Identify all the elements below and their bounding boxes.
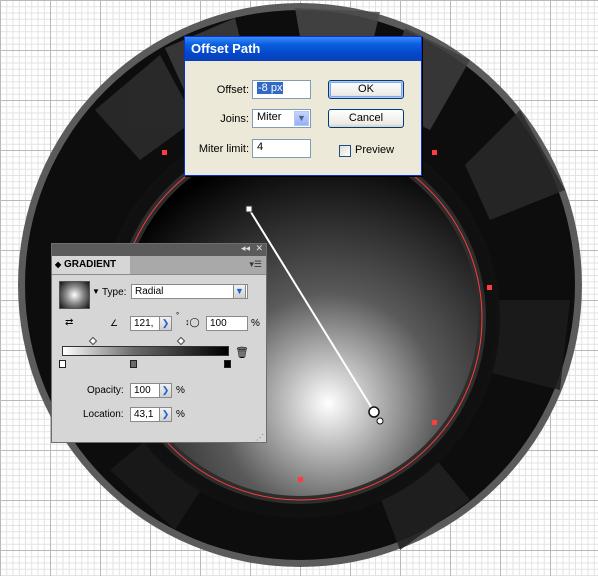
stepper-icon[interactable]: ◆: [55, 260, 61, 269]
aspect-ratio-value: 100: [210, 318, 227, 329]
offset-input[interactable]: -8 px: [252, 80, 311, 99]
gradient-annotator-origin[interactable]: [245, 205, 253, 213]
anchor-point[interactable]: [487, 285, 492, 290]
chevron-down-icon[interactable]: ▼: [294, 111, 309, 126]
opacity-dropdown-icon[interactable]: ❯: [159, 383, 172, 398]
gradient-annotator-end[interactable]: [368, 406, 380, 418]
swatch-dropdown-icon[interactable]: ▼: [92, 287, 100, 296]
gradient-stop[interactable]: [130, 360, 137, 368]
aspect-unit: %: [251, 318, 260, 329]
close-icon[interactable]: ✕: [255, 243, 263, 254]
type-select[interactable]: Radial: [131, 284, 248, 299]
opacity-label: Opacity:: [87, 385, 124, 396]
miter-limit-input[interactable]: 4: [252, 139, 311, 158]
ok-button[interactable]: OK: [328, 80, 404, 99]
anchor-point[interactable]: [162, 150, 167, 155]
gradient-annotator-focus[interactable]: [376, 417, 384, 425]
gradient-stop[interactable]: [224, 360, 231, 368]
offset-value: -8 px: [257, 82, 284, 94]
collapse-panel-icon[interactable]: ◂◂: [241, 243, 250, 254]
angle-dropdown-icon[interactable]: ❯: [159, 316, 172, 331]
gradient-preview-swatch[interactable]: [59, 281, 90, 309]
angle-icon: ∠: [110, 318, 119, 328]
midpoint-diamond[interactable]: [176, 336, 186, 346]
gradient-slider-bar[interactable]: [62, 346, 229, 356]
type-value: Radial: [135, 286, 164, 297]
tab-gradient[interactable]: ◆ GRADIENT: [52, 256, 130, 274]
preview-label: Preview: [355, 144, 395, 156]
angle-value: 121,: [134, 318, 154, 329]
panel-tab-row: ◆ GRADIENT ▾☰: [52, 256, 266, 275]
gradient-stop[interactable]: [59, 360, 66, 368]
location-input[interactable]: 43,1: [130, 407, 160, 422]
offset-label: Offset:: [216, 84, 249, 96]
anchor-point[interactable]: [432, 150, 437, 155]
gradient-panel: ◂◂ ✕ ◆ GRADIENT ▾☰ ▼ Type: Radial ▼ ⇄ ∠ …: [51, 243, 267, 443]
delete-stop-icon[interactable]: 🗑: [235, 346, 249, 359]
aspect-ratio-icon: ↕◯: [185, 317, 200, 327]
degree-symbol: °: [176, 311, 180, 320]
angle-input[interactable]: 121,: [130, 316, 160, 331]
cancel-button[interactable]: Cancel: [328, 109, 404, 128]
miter-limit-value: 4: [257, 141, 264, 153]
anchor-point[interactable]: [432, 420, 437, 425]
midpoint-diamond[interactable]: [88, 336, 98, 346]
joins-label: Joins:: [220, 113, 249, 125]
location-value: 43,1: [134, 409, 154, 420]
preview-checkbox[interactable]: [339, 145, 351, 157]
aspect-ratio-input[interactable]: 100: [206, 316, 248, 331]
tab-gradient-label: GRADIENT: [63, 259, 117, 270]
opacity-input[interactable]: 100: [130, 383, 160, 398]
chevron-down-icon[interactable]: ▼: [233, 284, 246, 299]
dialog-title: Offset Path: [185, 37, 421, 61]
offset-path-dialog: Offset Path Offset: -8 px Joins: Miter ▼…: [184, 36, 422, 176]
panel-menu-icon[interactable]: ▾☰: [249, 259, 262, 270]
panel-topbar[interactable]: ◂◂ ✕: [52, 243, 266, 256]
opacity-value: 100: [134, 385, 151, 396]
joins-select[interactable]: Miter ▼: [252, 109, 311, 128]
resize-grip-icon[interactable]: ⋰: [256, 433, 264, 442]
anchor-point[interactable]: [298, 477, 303, 482]
miter-limit-label: Miter limit:: [198, 143, 249, 155]
joins-value: Miter: [257, 111, 282, 123]
location-unit: %: [176, 409, 185, 420]
type-label: Type:: [102, 287, 127, 298]
reverse-gradient-icon[interactable]: ⇄: [65, 317, 73, 328]
location-dropdown-icon[interactable]: ❯: [159, 407, 172, 422]
opacity-unit: %: [176, 385, 185, 396]
location-label: Location:: [83, 409, 124, 420]
